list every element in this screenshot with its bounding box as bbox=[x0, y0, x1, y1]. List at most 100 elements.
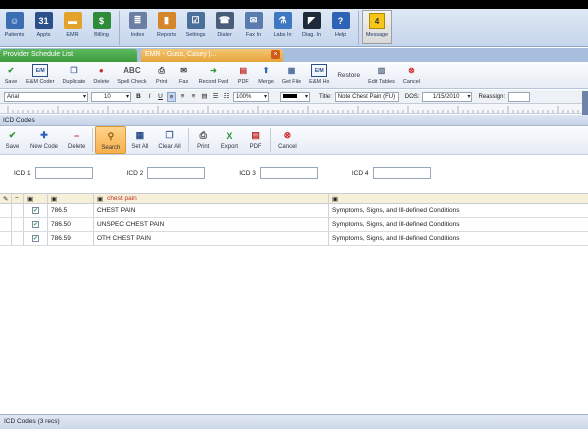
minus-icon[interactable]: − bbox=[12, 194, 24, 203]
print-button[interactable]: ⎙ Print bbox=[151, 62, 173, 88]
button-label: Duplicate bbox=[62, 79, 86, 85]
delete-button[interactable]: ● Delete bbox=[89, 62, 113, 88]
button-label: Delete bbox=[93, 79, 110, 85]
dialer-button[interactable]: ☎ Dialer bbox=[210, 9, 239, 46]
edit-tables-button[interactable]: ▥ Edit Tables bbox=[364, 62, 399, 88]
underline-button[interactable]: U bbox=[156, 92, 165, 102]
folder-icon: ▬ bbox=[63, 12, 82, 29]
message-button[interactable]: 4 Message bbox=[362, 10, 392, 44]
button-label: E&M Coder bbox=[26, 79, 55, 85]
reports-button[interactable]: ▮ Reports bbox=[152, 9, 181, 46]
align-center-icon[interactable]: ≡ bbox=[178, 92, 187, 102]
clear-all-button[interactable]: ❐ Clear All bbox=[153, 126, 185, 154]
tab-provider-schedule[interactable]: Provider Schedule List bbox=[0, 49, 137, 62]
reports-icon: ▮ bbox=[157, 12, 176, 29]
pdf-button[interactable]: ▤ PDF bbox=[232, 62, 254, 88]
dos-field[interactable]: 1/15/2010 ▾ bbox=[422, 91, 473, 102]
settings-button[interactable]: ☑ Settings bbox=[181, 9, 210, 46]
get-file-button[interactable]: ▦ Get File bbox=[278, 62, 305, 88]
icd-2-input[interactable] bbox=[147, 167, 206, 179]
search-button[interactable]: ⚲ Search bbox=[95, 126, 127, 154]
merge-button[interactable]: ⬆ Merge bbox=[254, 62, 278, 88]
restore-button[interactable]: Restore bbox=[333, 62, 364, 88]
table-row[interactable]: ✔ 786.50 UNSPEC CHEST PAIN Symptoms, Signs,… bbox=[0, 218, 588, 232]
close-icon[interactable]: × bbox=[271, 50, 280, 59]
button-label: Print bbox=[197, 144, 210, 150]
record-fwd-button[interactable]: ➜ Record Fwd bbox=[195, 62, 233, 88]
italic-button[interactable]: I bbox=[145, 92, 154, 102]
numbered-list-icon[interactable]: ☷ bbox=[222, 92, 231, 102]
e-m-coder-button[interactable]: E/M E&M Coder bbox=[22, 62, 58, 88]
delete-button[interactable]: − Delete bbox=[63, 126, 90, 154]
text-color-select[interactable]: ▾ bbox=[280, 91, 310, 102]
button-label: EMR bbox=[66, 32, 79, 38]
side-scroll-handle[interactable] bbox=[582, 91, 588, 115]
cancel-button[interactable]: ⊗ Cancel bbox=[399, 62, 424, 88]
patients-button[interactable]: ☺ Patients bbox=[0, 9, 29, 46]
row-checkbox[interactable]: ✔ bbox=[32, 207, 39, 214]
zoom-select[interactable]: 100% ▾ bbox=[233, 91, 269, 102]
set-all-button[interactable]: ▦ Set All bbox=[126, 126, 153, 154]
appts-button[interactable]: 31 Appts bbox=[29, 9, 58, 46]
fax-button[interactable]: ✉ Fax bbox=[173, 62, 195, 88]
row-checkbox-cell[interactable]: ✔ bbox=[24, 204, 48, 217]
description-search-cell[interactable]: ▣ chest pain bbox=[94, 194, 329, 203]
edit-icon[interactable]: ✎ bbox=[0, 194, 12, 203]
align-right-icon[interactable]: ≡ bbox=[189, 92, 198, 102]
icd-3-input[interactable] bbox=[259, 167, 318, 179]
help-button[interactable]: ? Help bbox=[326, 9, 355, 46]
button-label: Get File bbox=[281, 79, 302, 85]
fax-in-button[interactable]: ✉ Fax In bbox=[239, 9, 268, 46]
emr-button[interactable]: ▬ EMR bbox=[58, 9, 87, 46]
row-checkbox[interactable]: ✔ bbox=[32, 235, 39, 242]
search-icon: ⚲ bbox=[107, 131, 115, 141]
fax-in-icon: ✉ bbox=[244, 12, 263, 29]
table-row[interactable]: ✔ 786.59 OTH CHEST PAIN Symptoms, Signs, an… bbox=[0, 232, 588, 246]
row-checkbox-cell[interactable]: ✔ bbox=[24, 218, 48, 231]
diag-in-button[interactable]: ◤ Diag. In bbox=[297, 9, 326, 46]
table-row[interactable]: ✔ 786.5 CHEST PAIN Symptoms, Signs, and Ill… bbox=[0, 204, 588, 218]
edit-tables-icon: ▥ bbox=[377, 66, 386, 75]
em-coder-icon: E/M bbox=[32, 64, 49, 77]
row-checkbox-cell[interactable]: ✔ bbox=[24, 232, 48, 245]
icd-toolbar: ✔ Save ✚ New Code − Delete ⚲ Search ▦ Set All ❐ Cle… bbox=[0, 126, 588, 155]
icd-4-input[interactable] bbox=[372, 167, 431, 179]
cancel-button[interactable]: ⊗ Cancel bbox=[273, 126, 302, 154]
save-button[interactable]: ✔ Save bbox=[0, 126, 25, 154]
billing-button[interactable]: $ Billing bbox=[87, 9, 116, 46]
button-label: Save bbox=[5, 144, 20, 150]
pane-title: ICD Codes bbox=[0, 115, 588, 126]
align-left-icon[interactable]: ≡ bbox=[167, 91, 176, 102]
filter-icon[interactable]: ▣ bbox=[24, 194, 48, 203]
button-label: Labs In bbox=[273, 32, 292, 38]
new-code-button[interactable]: ✚ New Code bbox=[25, 126, 63, 154]
bullet-list-icon[interactable]: ☰ bbox=[211, 92, 220, 102]
font-family-select[interactable]: Arial ▾ bbox=[4, 91, 88, 102]
labs-in-button[interactable]: ⚗ Labs In bbox=[268, 9, 297, 46]
tab-emr-patient[interactable]: EMR - Guss, Casey |... × bbox=[141, 49, 283, 62]
save-button[interactable]: ✔ Save bbox=[0, 62, 22, 88]
delete-icon: ● bbox=[98, 66, 104, 75]
reassign-field[interactable] bbox=[508, 91, 531, 102]
font-size-select[interactable]: 10 ▾ bbox=[91, 91, 131, 102]
emr-window: ☺ Patients 31 Appts ▬ EMR $ Billing ≣ Index ▮ Repor… bbox=[0, 0, 588, 429]
icd-1-input[interactable] bbox=[34, 167, 93, 179]
justify-icon[interactable]: ▤ bbox=[200, 92, 209, 102]
button-label: PDF bbox=[237, 79, 249, 85]
button-label: Save bbox=[4, 79, 18, 85]
button-label: Merge bbox=[258, 79, 274, 85]
title-field[interactable]: Note Chest Pain (FU) bbox=[334, 91, 399, 102]
code-filter-icon[interactable]: ▣ bbox=[48, 194, 94, 203]
index-button[interactable]: ≣ Index bbox=[123, 9, 152, 46]
category-filter-icon[interactable]: ▣ bbox=[329, 194, 588, 203]
export-button[interactable]: X Export bbox=[216, 126, 243, 154]
e-m-hx-button[interactable]: E/M E&M Hx bbox=[305, 62, 333, 88]
print-button[interactable]: ⎙ Print bbox=[191, 126, 216, 154]
pdf-button[interactable]: ▤ PDF bbox=[243, 126, 268, 154]
duplicate-button[interactable]: ❐ Duplicate bbox=[58, 62, 89, 88]
spell-check-button[interactable]: ABC Spell Check bbox=[113, 62, 150, 88]
row-checkbox[interactable]: ✔ bbox=[32, 221, 39, 228]
button-label: Delete bbox=[68, 144, 86, 150]
bold-button[interactable]: B bbox=[134, 92, 143, 102]
row-marker-cell bbox=[12, 232, 24, 245]
